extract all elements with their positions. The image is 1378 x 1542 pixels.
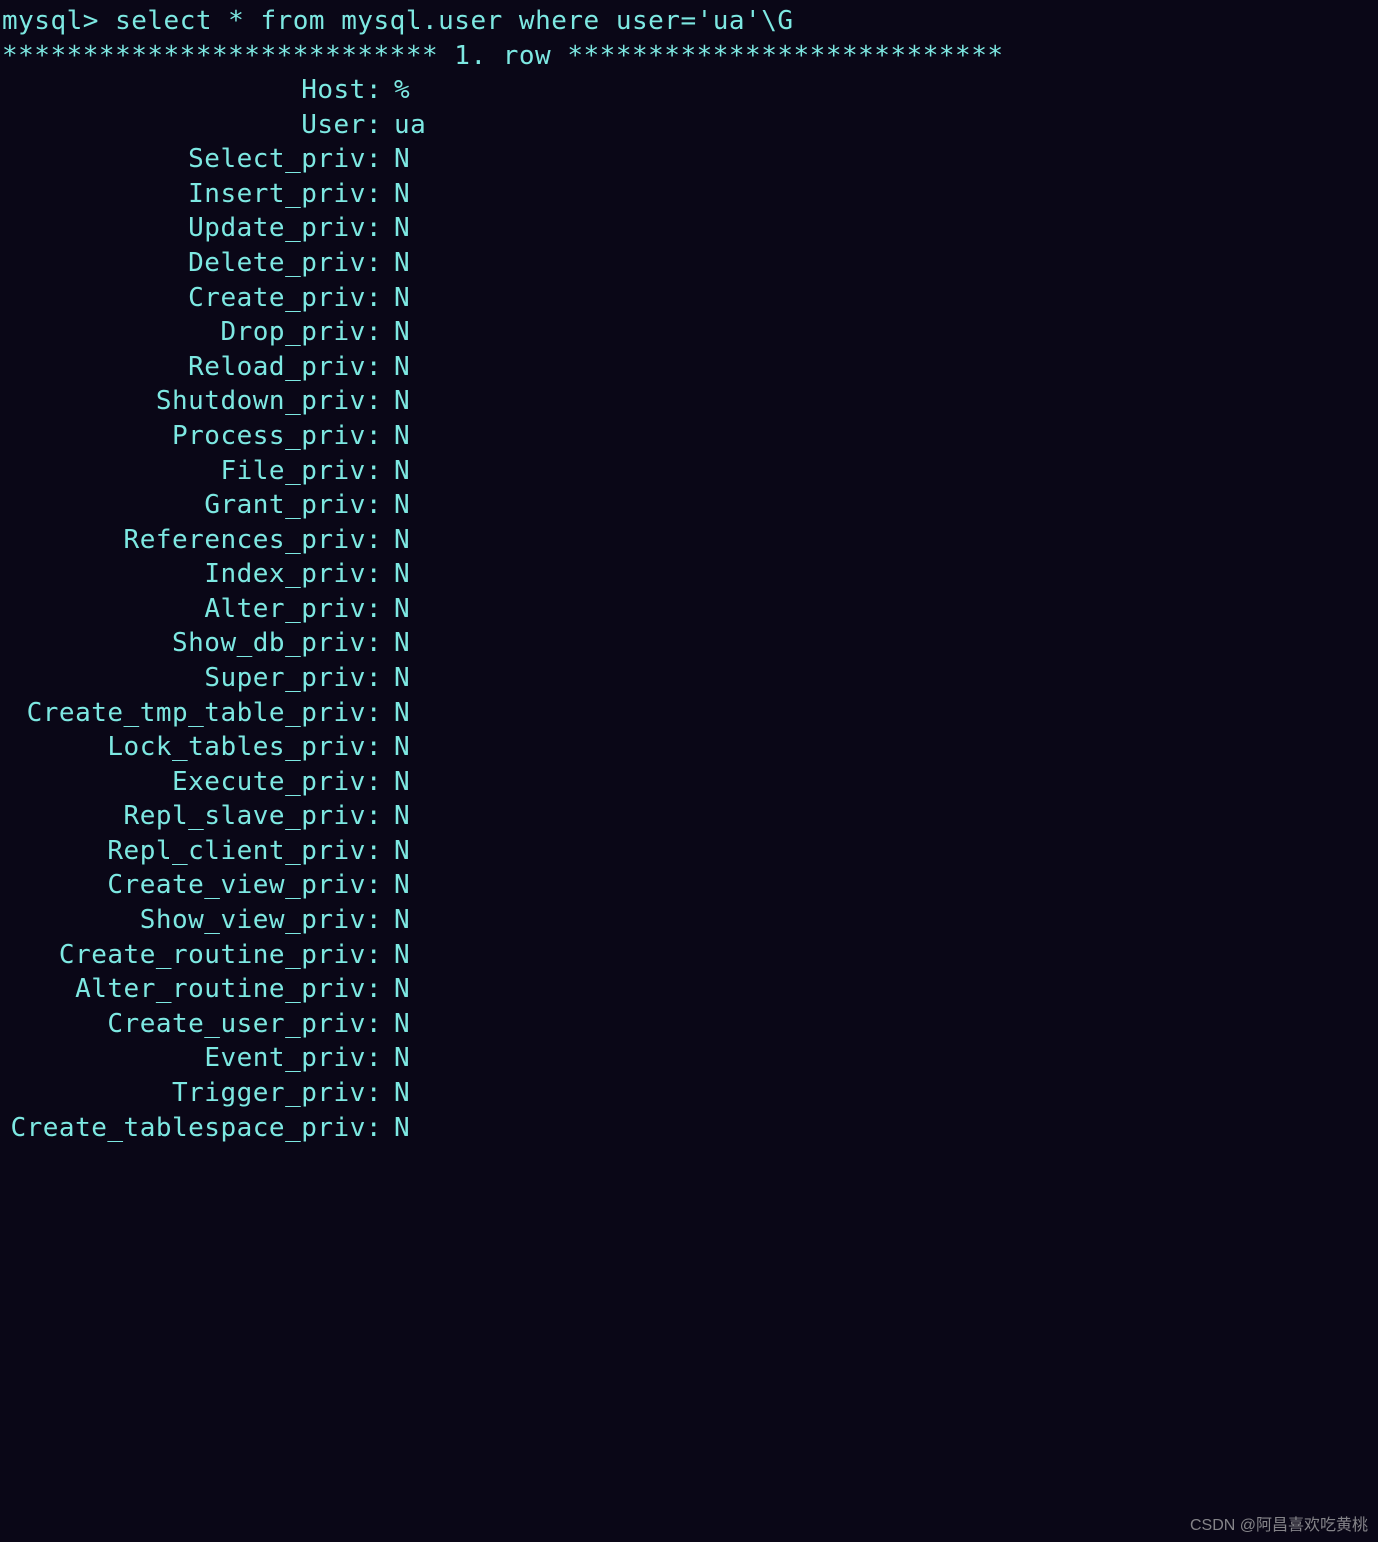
field-value: N [382,454,410,489]
field-value: N [382,315,410,350]
mysql-prompt: mysql> [2,6,115,36]
field-row: Drop_priv:N [2,315,1376,350]
field-name: Alter_routine_priv: [2,972,382,1007]
field-value: N [382,177,410,212]
field-value: N [382,557,410,592]
field-value: N [382,696,410,731]
field-row: Trigger_priv:N [2,1076,1376,1111]
field-value: N [382,523,410,558]
field-row: Create_priv:N [2,281,1376,316]
field-row: Alter_priv:N [2,592,1376,627]
field-row: Create_tablespace_priv:N [2,1111,1376,1146]
field-name: Repl_slave_priv: [2,799,382,834]
field-name: Update_priv: [2,211,382,246]
field-row: Event_priv:N [2,1041,1376,1076]
field-name: User: [2,108,382,143]
field-row: Show_view_priv:N [2,903,1376,938]
field-value: N [382,730,410,765]
field-value: N [382,246,410,281]
field-row: Select_priv:N [2,142,1376,177]
field-value: N [382,350,410,385]
field-row: Lock_tables_priv:N [2,730,1376,765]
field-value: N [382,972,410,1007]
field-row: Shutdown_priv:N [2,384,1376,419]
field-name: Repl_client_priv: [2,834,382,869]
field-name: Process_priv: [2,419,382,454]
field-name: Trigger_priv: [2,1076,382,1111]
terminal-command-line: mysql> select * from mysql.user where us… [2,4,1376,39]
field-value: N [382,834,410,869]
field-row: Host:% [2,73,1376,108]
field-name: Reload_priv: [2,350,382,385]
field-row: Create_user_priv:N [2,1007,1376,1042]
field-row: Create_view_priv:N [2,868,1376,903]
field-value: N [382,765,410,800]
field-value: N [382,903,410,938]
field-row: Execute_priv:N [2,765,1376,800]
row-separator: *************************** 1. row *****… [2,39,1376,74]
field-value: N [382,661,410,696]
field-name: Index_priv: [2,557,382,592]
field-name: Alter_priv: [2,592,382,627]
field-name: Delete_priv: [2,246,382,281]
field-name: Execute_priv: [2,765,382,800]
field-name: File_priv: [2,454,382,489]
field-name: Grant_priv: [2,488,382,523]
field-name: Create_user_priv: [2,1007,382,1042]
field-name: Shutdown_priv: [2,384,382,419]
field-row: Reload_priv:N [2,350,1376,385]
field-row: Update_priv:N [2,211,1376,246]
field-value: N [382,1111,410,1146]
field-name: Create_routine_priv: [2,938,382,973]
field-name: Event_priv: [2,1041,382,1076]
field-row: Repl_slave_priv:N [2,799,1376,834]
field-name: Drop_priv: [2,315,382,350]
field-value: N [382,938,410,973]
field-row: Delete_priv:N [2,246,1376,281]
field-name: Create_tmp_table_priv: [2,696,382,731]
field-name: Insert_priv: [2,177,382,212]
field-value: N [382,419,410,454]
field-row: Super_priv:N [2,661,1376,696]
field-value: N [382,384,410,419]
field-row: User:ua [2,108,1376,143]
field-value: N [382,592,410,627]
field-name: Host: [2,73,382,108]
field-name: Select_priv: [2,142,382,177]
field-value: % [382,73,410,108]
field-row: Insert_priv:N [2,177,1376,212]
field-name: Super_priv: [2,661,382,696]
field-row: Grant_priv:N [2,488,1376,523]
field-value: N [382,488,410,523]
field-value: N [382,799,410,834]
sql-command: select * from mysql.user where user='ua'… [115,6,793,36]
field-row: Create_tmp_table_priv:N [2,696,1376,731]
field-row: Repl_client_priv:N [2,834,1376,869]
field-row: Process_priv:N [2,419,1376,454]
field-value: N [382,281,410,316]
field-row: References_priv:N [2,523,1376,558]
field-value: N [382,142,410,177]
field-value: N [382,1007,410,1042]
field-row: File_priv:N [2,454,1376,489]
field-name: Lock_tables_priv: [2,730,382,765]
field-name: Show_db_priv: [2,626,382,661]
field-value: N [382,868,410,903]
field-value: N [382,626,410,661]
field-name: Show_view_priv: [2,903,382,938]
field-value: N [382,1041,410,1076]
watermark: CSDN @阿昌喜欢吃黄桃 [1190,1515,1368,1536]
field-value: N [382,1076,410,1111]
field-name: Create_priv: [2,281,382,316]
field-row: Create_routine_priv:N [2,938,1376,973]
field-row: Alter_routine_priv:N [2,972,1376,1007]
field-row: Show_db_priv:N [2,626,1376,661]
field-name: Create_view_priv: [2,868,382,903]
field-name: References_priv: [2,523,382,558]
field-name: Create_tablespace_priv: [2,1111,382,1146]
field-row: Index_priv:N [2,557,1376,592]
field-value: ua [382,108,426,143]
fields-list: Host:%User:uaSelect_priv:NInsert_priv:NU… [2,73,1376,1145]
field-value: N [382,211,410,246]
